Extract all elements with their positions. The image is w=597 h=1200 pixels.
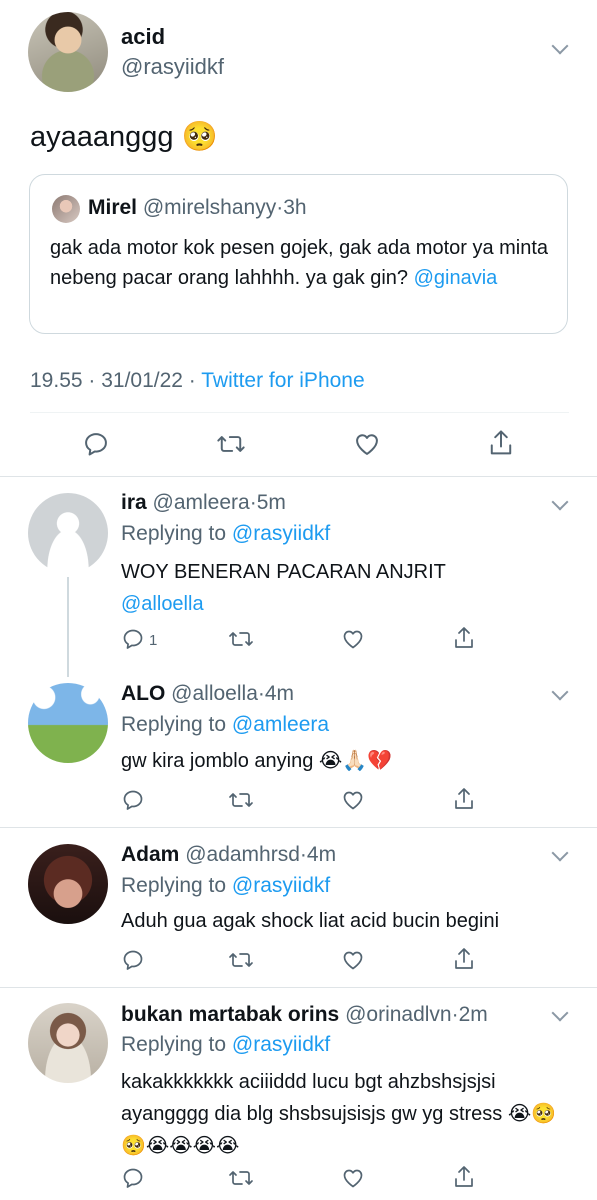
tweet-text: ayaaanggg 🥺 [30, 121, 218, 153]
quote-author-handle: @mirelshanyy [142, 196, 277, 219]
reply-header: ira @amleera·5m [121, 491, 286, 515]
author-name[interactable]: Adam [121, 843, 179, 866]
replying-to: Replying to @rasyiidkf [121, 522, 330, 546]
reply-count: 1 [149, 632, 158, 649]
reply-time: 2m [458, 1003, 488, 1026]
reply-icon[interactable] [121, 788, 145, 812]
divider [0, 987, 597, 988]
replying-to: Replying to @rasyiidkf [121, 1033, 330, 1057]
retweet-icon[interactable] [228, 627, 254, 651]
replying-label: Replying to [121, 1033, 232, 1056]
retweet-icon[interactable] [228, 948, 254, 972]
reply-time: 4m [306, 843, 337, 866]
mention-link[interactable]: @amleera [232, 713, 329, 736]
retweet-icon[interactable] [228, 1166, 254, 1190]
reply-header: ALO @alloella·4m [121, 682, 294, 706]
source-link[interactable]: Twitter for iPhone [201, 369, 364, 392]
share-icon[interactable] [487, 428, 515, 458]
like-icon[interactable] [341, 948, 365, 972]
like-icon[interactable] [341, 627, 365, 651]
avatar [52, 195, 80, 223]
tweet-timestamp: 19.55 · 31/01/22 · Twitter for iPhone [30, 369, 365, 393]
mention-link[interactable]: @rasyiidkf [232, 522, 330, 545]
reply-time: 4m [264, 682, 295, 705]
avatar[interactable] [28, 844, 108, 924]
replying-label: Replying to [121, 874, 232, 897]
thread-connector [67, 577, 69, 677]
separator: · [451, 1003, 459, 1026]
retweet-icon[interactable] [228, 788, 254, 812]
reply-icon[interactable] [121, 948, 145, 972]
reply-icon[interactable] [121, 1166, 145, 1190]
mention-link[interactable]: @ginavia [414, 267, 498, 289]
share-icon[interactable] [452, 786, 476, 812]
mention-link[interactable]: @alloella [121, 588, 576, 620]
replying-label: Replying to [121, 522, 232, 545]
chevron-down-icon[interactable] [551, 37, 569, 55]
reply-text: Aduh gua agak shock liat acid bucin begi… [121, 910, 500, 932]
reply-text: gw kira jomblo anying 😭🙏🏻💔 [121, 750, 393, 772]
avatar[interactable] [28, 1003, 108, 1083]
chevron-down-icon[interactable] [551, 493, 569, 511]
reply-header: bukan martabak orins @orinadlvn·2m [121, 1003, 488, 1027]
author-name[interactable]: ALO [121, 682, 165, 705]
like-icon[interactable] [341, 788, 365, 812]
reply-header: Adam @adamhrsd·4m [121, 843, 336, 867]
author-name[interactable]: ira [121, 491, 147, 514]
share-icon[interactable] [452, 946, 476, 972]
author-name[interactable]: acid [121, 24, 165, 50]
separator: · [249, 491, 257, 514]
reply-text: WOY BENERAN PACARAN ANJRIT @alloella [121, 556, 576, 620]
chevron-down-icon[interactable] [551, 1004, 569, 1022]
mention-link[interactable]: @rasyiidkf [232, 874, 330, 897]
like-icon[interactable] [341, 1166, 365, 1190]
avatar[interactable] [28, 683, 108, 763]
quote-time: 3h [283, 196, 307, 219]
author-handle[interactable]: @orinadlvn [345, 1003, 452, 1026]
separator: · [257, 682, 265, 705]
quoted-tweet[interactable]: Mirel @mirelshanyy·3h gak ada motor kok … [29, 174, 568, 334]
reply-icon[interactable] [82, 430, 110, 458]
divider [0, 827, 597, 828]
author-handle[interactable]: @alloella [171, 682, 258, 705]
mention-link[interactable]: @rasyiidkf [232, 1033, 330, 1056]
separator: · [299, 843, 307, 866]
timestamp-text: 19.55 · 31/01/22 · [30, 369, 202, 392]
retweet-icon[interactable] [216, 430, 246, 458]
tweet-actions [0, 426, 597, 462]
share-icon[interactable] [452, 625, 476, 651]
divider [0, 476, 597, 477]
replying-to: Replying to @amleera [121, 713, 329, 737]
reply-text: kakakkkkkkk aciiiddd lucu bgt ahzbshsjsj… [121, 1071, 557, 1157]
like-icon[interactable] [353, 430, 381, 458]
quote-text: gak ada motor kok pesen gojek, gak ada m… [50, 233, 550, 293]
quote-author-name: Mirel [88, 196, 138, 219]
author-handle[interactable]: @rasyiidkf [121, 54, 224, 80]
share-icon[interactable] [452, 1164, 476, 1190]
replying-label: Replying to [121, 713, 232, 736]
chevron-down-icon[interactable] [551, 844, 569, 862]
replying-to: Replying to @rasyiidkf [121, 874, 330, 898]
author-name[interactable]: bukan martabak orins [121, 1003, 339, 1026]
reply-body: WOY BENERAN PACARAN ANJRIT [121, 561, 446, 583]
avatar[interactable] [28, 493, 108, 573]
divider [30, 412, 569, 413]
reply-time: 5m [256, 491, 286, 514]
avatar[interactable] [28, 12, 108, 92]
reply-icon[interactable] [121, 627, 145, 651]
author-handle[interactable]: @amleera [153, 491, 250, 514]
author-handle[interactable]: @adamhrsd [185, 843, 300, 866]
quote-header: Mirel @mirelshanyy·3h [88, 196, 307, 220]
chevron-down-icon[interactable] [551, 683, 569, 701]
